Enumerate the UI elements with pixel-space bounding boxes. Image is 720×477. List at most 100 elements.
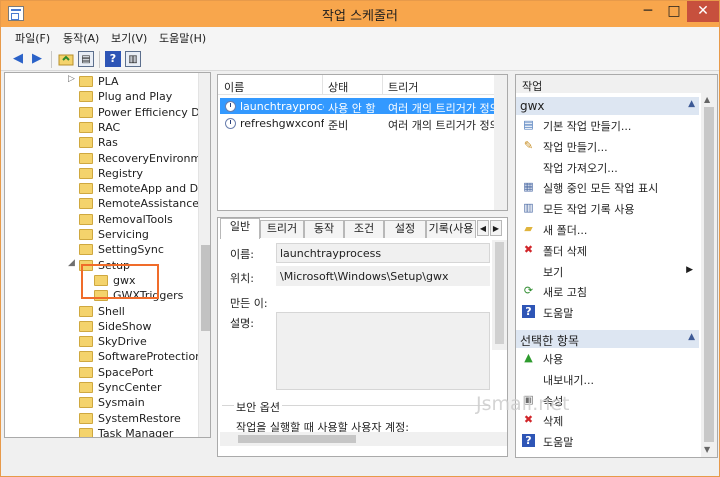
task-name: refreshgwxconfig [240, 117, 324, 130]
tree-item-label: RemoteAssistance [98, 197, 200, 211]
enable-arrow-icon: ▲ [524, 351, 533, 364]
tree-item-task-manager[interactable]: Task Manager [5, 426, 205, 437]
tree-item-softwareprotectionpla[interactable]: SoftwareProtectionPla [5, 349, 210, 364]
tree-item-spaceport[interactable]: SpacePort [5, 365, 205, 380]
forward-arrow-icon[interactable]: ▶ [29, 51, 45, 67]
folder-icon [79, 336, 93, 348]
show-hide-tree-icon[interactable]: ▤ [78, 51, 94, 67]
collapse-arrow-icon[interactable]: ◢ [68, 258, 75, 268]
folder-icon [79, 91, 93, 103]
tree-item-sysmain[interactable]: Sysmain [5, 395, 205, 410]
action-item[interactable]: 보기 ▶ [520, 262, 695, 280]
action-item[interactable]: ▥ 모든 작업 기록 사용 [520, 199, 695, 217]
refresh-icon: ⟳ [523, 284, 534, 298]
description-label: 설명: [230, 317, 254, 330]
detail-horizontal-scrollbar[interactable] [220, 432, 507, 446]
tree-item-settingsync[interactable]: SettingSync [5, 242, 205, 257]
menu-view[interactable]: 보기(V) [111, 30, 147, 46]
tree-item-synccenter[interactable]: SyncCenter [5, 380, 205, 395]
maximize-button[interactable]: □ [661, 1, 687, 22]
action-item[interactable]: ? 도움말 [520, 432, 695, 450]
column-trigger[interactable]: 트리거 [388, 79, 418, 95]
tree-item-ras[interactable]: Ras [5, 135, 205, 150]
tab-scroll-left-icon[interactable]: ◀ [477, 220, 489, 236]
tab-triggers[interactable]: 트리거 [260, 220, 304, 238]
description-field[interactable] [276, 312, 490, 390]
actions-section-selected-item-title: 선택한 항목 [520, 334, 580, 348]
action-item[interactable]: ▤ 기본 작업 만들기... [520, 116, 695, 134]
tree-item-removaltools[interactable]: RemovalTools [5, 212, 205, 227]
task-list-scrollbar[interactable] [494, 75, 507, 210]
detail-vertical-scrollbar[interactable] [492, 240, 507, 350]
collapse-caret-icon[interactable]: ▲ [688, 332, 695, 342]
column-name[interactable]: 이름 [224, 79, 244, 95]
minimize-button[interactable]: ─ [635, 1, 661, 22]
scroll-thumb[interactable] [238, 435, 356, 443]
action-label: 폴더 삭제 [543, 244, 587, 258]
task-list[interactable]: 이름 상태 트리거 launchtrayprocess 사용 안 함 여러 개의… [217, 74, 508, 211]
expand-arrow-icon[interactable]: ▷ [68, 74, 75, 84]
menu-file[interactable]: 파일(F) [15, 30, 50, 46]
action-item[interactable]: 내보내기... [520, 370, 695, 388]
menu-action[interactable]: 동작(A) [63, 30, 99, 46]
tree-item-plug-and-play[interactable]: Plug and Play [5, 89, 205, 104]
task-history-icon: ▥ [523, 201, 534, 215]
close-button[interactable]: ✕ [687, 1, 719, 22]
tree-item-shell[interactable]: Shell [5, 304, 205, 319]
folder-up-icon[interactable] [58, 51, 74, 67]
tree-item-power-efficiency-diag[interactable]: Power Efficiency Diag [5, 105, 210, 120]
action-item[interactable]: ⟳ 새로 고침 [520, 282, 695, 300]
tab-settings[interactable]: 설정 [384, 220, 426, 238]
column-divider[interactable] [322, 75, 323, 95]
scroll-down-icon[interactable]: ▼ [704, 445, 710, 454]
tree-item-remoteapp-and-desk[interactable]: RemoteApp and Desk [5, 181, 210, 196]
tab-general[interactable]: 일반 [220, 218, 260, 239]
tree-item-skydrive[interactable]: SkyDrive [5, 334, 205, 349]
tree-item-registry[interactable]: Registry [5, 166, 205, 181]
scroll-thumb[interactable] [495, 242, 504, 344]
tab-conditions[interactable]: 조건 [344, 220, 384, 238]
help-icon[interactable]: ? [105, 51, 121, 67]
column-status[interactable]: 상태 [328, 79, 348, 95]
tree-item-servicing[interactable]: Servicing [5, 227, 205, 242]
tab-scroll-right-icon[interactable]: ▶ [490, 220, 502, 236]
task-row-launchtrayprocess[interactable]: launchtrayprocess 사용 안 함 여러 개의 트리거가 정의되 [220, 98, 507, 115]
tree-item-rac[interactable]: RAC [5, 120, 205, 135]
tree-item-label: SideShow [98, 319, 152, 333]
action-item[interactable]: ▦ 실행 중인 모든 작업 표시 [520, 178, 695, 196]
name-field[interactable]: launchtrayprocess [276, 243, 490, 263]
action-item[interactable]: ▲ 사용 [520, 349, 695, 367]
action-label: 기본 작업 만들기... [543, 120, 632, 133]
tab-history[interactable]: 기록(사용 [426, 220, 476, 238]
action-item[interactable]: 작업 가져오기... [520, 158, 695, 176]
task-list-header: 이름 상태 트리거 [218, 75, 507, 95]
back-arrow-icon[interactable]: ◀ [10, 51, 26, 67]
column-divider[interactable] [382, 75, 383, 95]
title-bar[interactable]: 작업 스케줄러 ─ □ ✕ [1, 1, 719, 27]
action-item[interactable]: ? 도움말 [520, 303, 695, 321]
action-item[interactable]: ✎ 작업 만들기... [520, 137, 695, 155]
actions-section-gwx[interactable]: gwx ▲ [516, 97, 699, 115]
task-row-refreshgwxconfig[interactable]: refreshgwxconfig 준비 여러 개의 트리거가 정의되 [220, 115, 507, 132]
show-hide-action-pane-icon[interactable]: ▥ [125, 51, 141, 67]
tree-item-sideshow[interactable]: SideShow [5, 319, 205, 334]
tree-item-systemrestore[interactable]: SystemRestore [5, 411, 205, 426]
tree-item-pla[interactable]: ▷ PLA [5, 74, 205, 89]
security-options-label: 보안 옵션 [234, 399, 282, 415]
actions-section-selected-item[interactable]: 선택한 항목 ▲ [516, 330, 699, 348]
tree-scrollbar[interactable] [198, 73, 210, 437]
collapse-caret-icon[interactable]: ▲ [688, 99, 695, 109]
action-label: 새 폴더... [543, 224, 588, 237]
folder-tree-pane[interactable]: ▷ PLA Plug and Play Power Efficiency Diag RA… [4, 72, 211, 438]
tree-item-remoteassistance[interactable]: RemoteAssistance [5, 196, 205, 211]
author-label: 만든 이: [230, 297, 268, 310]
menu-help[interactable]: 도움말(H) [159, 30, 206, 46]
scroll-thumb[interactable] [704, 107, 714, 442]
actions-scrollbar[interactable]: ▲ ▼ [701, 93, 717, 457]
scroll-thumb[interactable] [201, 245, 210, 331]
action-item[interactable]: ✖ 폴더 삭제 [520, 241, 695, 259]
scroll-up-icon[interactable]: ▲ [704, 95, 710, 104]
tree-item-recoveryenvironment[interactable]: RecoveryEnvironment [5, 151, 210, 166]
action-item[interactable]: ▰ 새 폴더... [520, 220, 695, 238]
tab-actions[interactable]: 동작 [304, 220, 344, 238]
